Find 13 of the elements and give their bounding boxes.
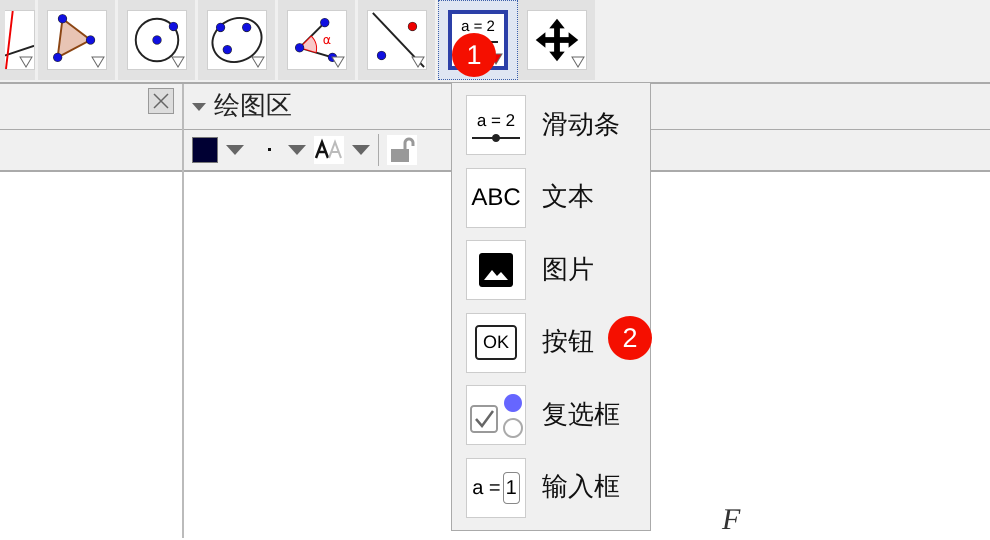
icon-label: OK [474,325,517,360]
menu-item-label: 按钮 [542,326,594,360]
menu-item-label: 滑动条 [542,108,620,142]
menu-item-label: 图片 [542,254,594,287]
menu-item-label: 复选框 [542,398,620,432]
point-label: F [722,502,740,538]
icon-label: ABC [471,182,521,213]
menu-item-label: 文本 [542,181,594,214]
icon-label: a = [472,476,501,501]
menu-item-label: 输入框 [542,471,620,504]
input-value: 1 [502,472,520,504]
icon-label: a = 2 [476,110,516,132]
panel-title: 绘图区 [214,90,292,123]
